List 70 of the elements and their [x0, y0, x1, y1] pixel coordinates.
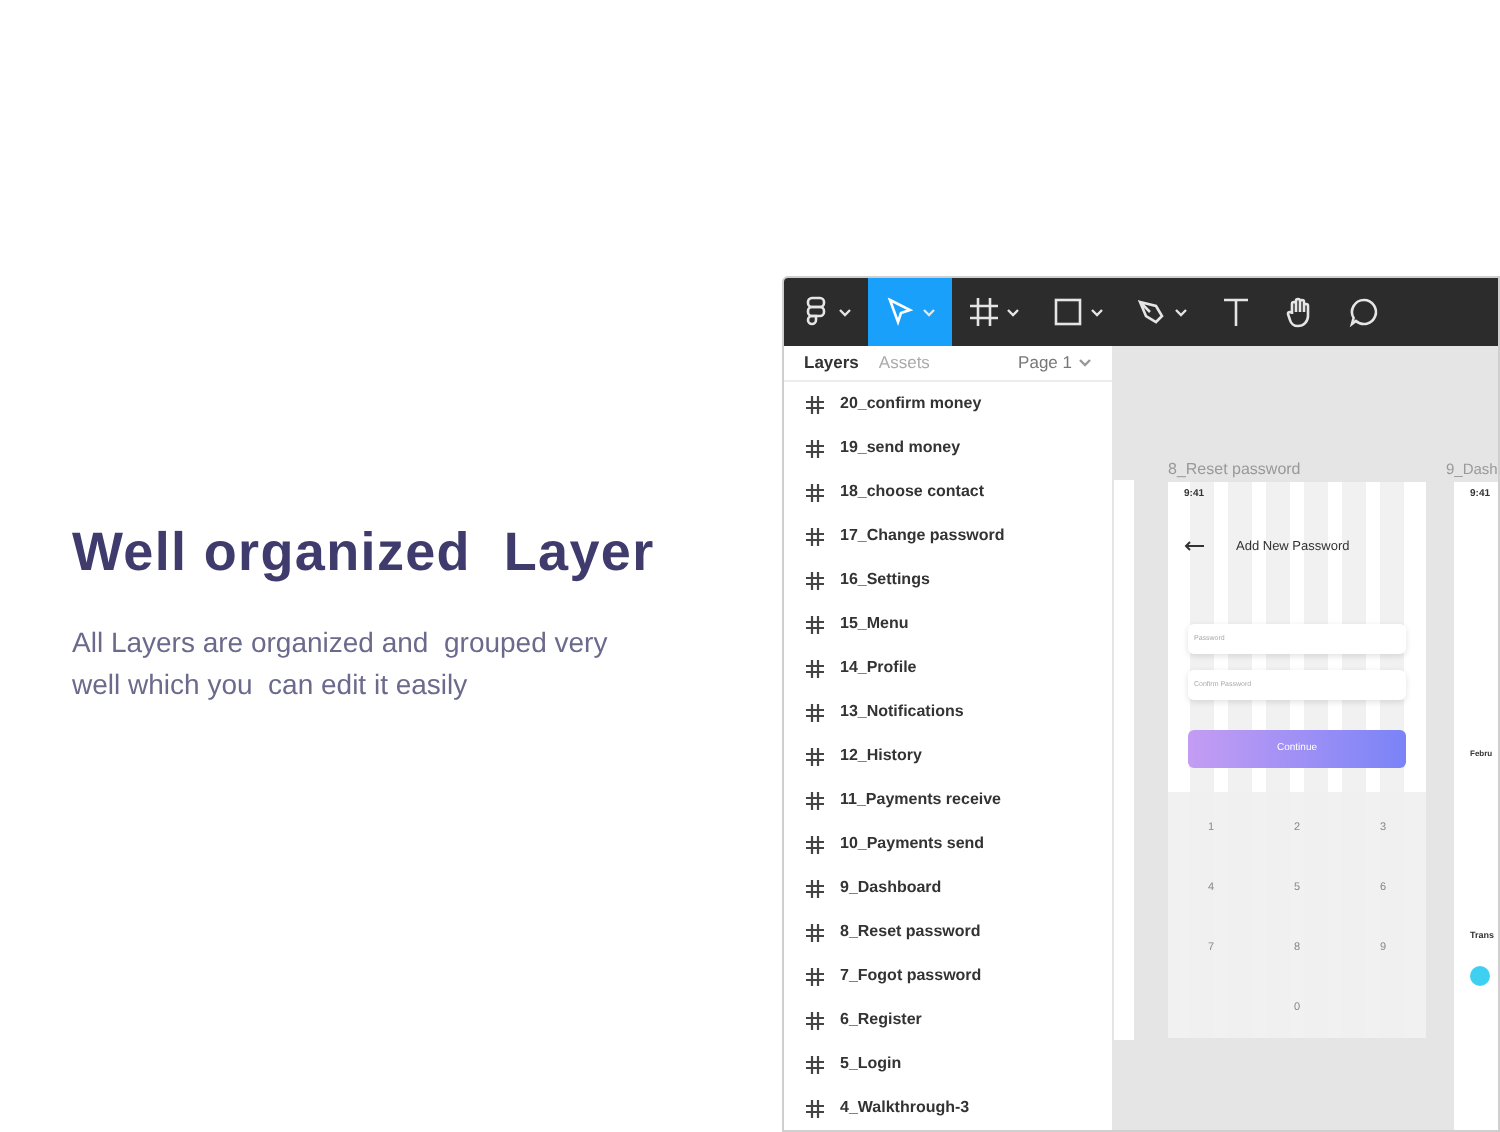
layer-name: 5_Login: [840, 1052, 902, 1076]
layer-name: 8_Reset password: [840, 920, 981, 944]
layer-name: 13_Notifications: [840, 700, 964, 724]
transaction-icon: [1470, 966, 1490, 987]
layer-name: 15_Menu: [840, 612, 909, 636]
frame-icon: [806, 615, 824, 633]
panel-tab[interactable]: Layers: [804, 350, 859, 376]
layer-name: 4_Walkthrough-3: [840, 1096, 970, 1120]
frame-icon: [806, 703, 824, 721]
comment-icon: [1348, 296, 1380, 328]
layer-name: 9_Dashboard: [840, 876, 942, 900]
caret-icon: [922, 307, 936, 317]
frame-icon: [806, 439, 824, 457]
layer-item[interactable]: 16_Settings: [784, 558, 1112, 602]
layer-name: 10_Payments send: [840, 832, 985, 856]
layer-item[interactable]: 8_Reset password: [784, 910, 1112, 954]
rectangle-icon: [1052, 296, 1084, 328]
description: All Layers are organized and grouped very well which you can edit it easily: [72, 623, 610, 704]
layer-name: 20_confirm money: [840, 392, 982, 416]
frame-icon: [806, 923, 824, 941]
layer-item[interactable]: 9_Dashboard: [784, 866, 1112, 910]
layer-item[interactable]: 11_Payments receive: [784, 778, 1112, 822]
layer-item[interactable]: 20_confirm money: [784, 382, 1112, 426]
page-selector[interactable]: Page 1: [1018, 350, 1092, 376]
frame-icon: [806, 1055, 824, 1073]
frame-label: 8_Reset password: [1168, 458, 1301, 482]
back-arrow-icon: [1184, 540, 1204, 553]
frame-icon: [806, 1099, 824, 1117]
frame-icon: [806, 571, 824, 589]
layer-item[interactable]: 15_Menu: [784, 602, 1112, 646]
pointer-icon: [884, 296, 916, 328]
frame-icon: [806, 967, 824, 985]
pen-icon: [1136, 296, 1168, 328]
headline: Well organized Layer: [72, 520, 657, 586]
frame-icon: [806, 835, 824, 853]
layer-name: 18_choose contact: [840, 480, 985, 504]
layer-name: 11_Payments receive: [840, 788, 1002, 812]
frame-icon: [806, 527, 824, 545]
frame-icon: [806, 1011, 824, 1029]
layer-item[interactable]: 5_Login: [784, 1042, 1112, 1086]
caret-icon: [1090, 307, 1104, 317]
frame-icon: [806, 659, 824, 677]
layer-name: 12_History: [840, 744, 922, 768]
layer-item[interactable]: 19_send money: [784, 426, 1112, 470]
layer-name: 17_Change password: [840, 524, 1005, 548]
layer-item[interactable]: 14_Profile: [784, 646, 1112, 690]
frame-icon: [806, 483, 824, 501]
layer-item[interactable]: 13_Notifications: [784, 690, 1112, 734]
layer-item[interactable]: 6_Register: [784, 998, 1112, 1042]
caret-icon: [1174, 307, 1188, 317]
layer-item[interactable]: 4_Walkthrough-3: [784, 1086, 1112, 1130]
frame-icon: [806, 395, 824, 413]
layer-name: 19_send money: [840, 436, 961, 460]
frame-icon: [806, 791, 824, 809]
layer-name: 14_Profile: [840, 656, 917, 680]
text-icon: [1220, 296, 1252, 328]
layer-name: 16_Settings: [840, 568, 930, 592]
layer-name: 7_Fogot password: [840, 964, 982, 988]
caret-icon: [838, 307, 852, 317]
layer-item[interactable]: 18_choose contact: [784, 470, 1112, 514]
layer-item[interactable]: 17_Change password: [784, 514, 1112, 558]
frame-icon: [968, 296, 1000, 328]
frame-icon: [806, 879, 824, 897]
layer-item[interactable]: 10_Payments send: [784, 822, 1112, 866]
layer-item[interactable]: 7_Fogot password: [784, 954, 1112, 998]
layer-item[interactable]: 12_History: [784, 734, 1112, 778]
caret-icon: [1078, 358, 1092, 368]
layer-name: 6_Register: [840, 1008, 922, 1032]
frame-icon: [806, 747, 824, 765]
caret-icon: [1006, 307, 1020, 317]
